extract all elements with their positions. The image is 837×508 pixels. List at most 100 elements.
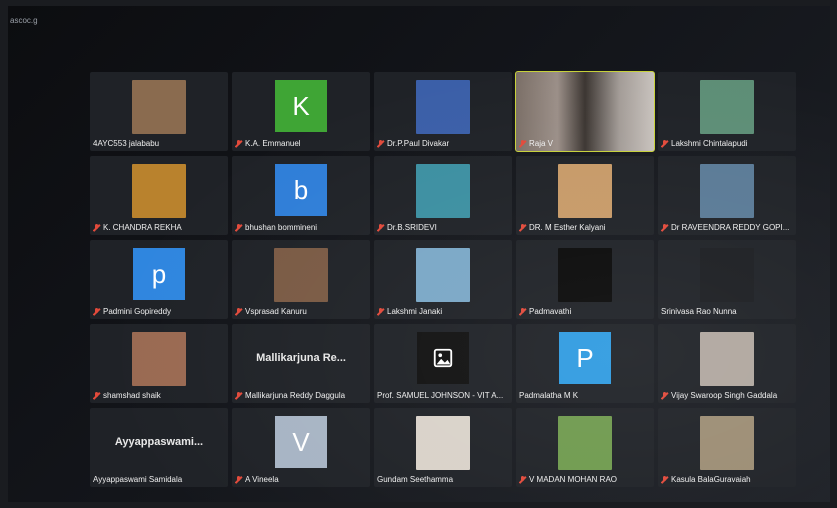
profile-photo (558, 248, 612, 302)
mic-muted-icon (235, 391, 242, 400)
participant-name: bhushan bommineni (245, 223, 318, 232)
mic-muted-icon (661, 223, 668, 232)
participant-name-label: Padmavathi (519, 307, 651, 316)
participant-tile[interactable]: P Padmalatha M K (516, 324, 654, 403)
participant-tile[interactable]: DR. M Esther Kalyani (516, 156, 654, 235)
avatar: P (559, 332, 611, 384)
participant-name: Ayyappaswami Samidala (93, 475, 183, 484)
mic-muted-icon (519, 139, 526, 148)
participant-tile[interactable]: V MADAN MOHAN RAO (516, 408, 654, 487)
participant-name: Kasula BalaGuravaiah (671, 475, 751, 484)
participant-name: K.A. Emmanuel (245, 139, 301, 148)
corner-text: ascoc.g (10, 16, 38, 25)
avatar: b (275, 164, 327, 216)
mic-muted-icon (93, 223, 100, 232)
display-name: Mallikarjuna Re... (256, 352, 346, 364)
participant-name: A Vineela (245, 475, 279, 484)
profile-photo (558, 164, 612, 218)
participant-name-label: Lakshmi Janaki (377, 307, 509, 316)
participant-tile[interactable]: p Padmini Gopireddy (90, 240, 228, 319)
profile-photo (416, 248, 470, 302)
participant-tile[interactable]: Mallikarjuna Re... Mallikarjuna Reddy Dag… (232, 324, 370, 403)
participant-tile[interactable]: Lakshmi Chintalapudi (658, 72, 796, 151)
participant-tile[interactable]: 4AYC553 jalababu (90, 72, 228, 151)
participant-tile[interactable]: Padmavathi (516, 240, 654, 319)
participant-tile[interactable]: Gundam Seethamma (374, 408, 512, 487)
profile-photo (132, 80, 186, 134)
mic-muted-icon (519, 223, 526, 232)
participant-name-label: V MADAN MOHAN RAO (519, 475, 651, 484)
profile-photo (416, 416, 470, 470)
mic-muted-icon (661, 475, 668, 484)
participant-name: Vijay Swaroop Singh Gaddala (671, 391, 778, 400)
participant-name-label: Raja V (519, 139, 651, 148)
mic-muted-icon (661, 391, 668, 400)
participant-tile[interactable]: Kasula BalaGuravaiah (658, 408, 796, 487)
participant-name: Dr RAVEENDRA REDDY GOPI... (671, 223, 790, 232)
participant-name-label: shamshad shaik (93, 391, 225, 400)
participant-name: K. CHANDRA REKHA (103, 223, 182, 232)
profile-photo (700, 248, 754, 302)
participant-name: 4AYC553 jalababu (93, 139, 160, 148)
participant-name: Padmalatha M K (519, 391, 579, 400)
participant-name: Vsprasad Kanuru (245, 307, 307, 316)
screen: ascoc.g 4AYC553 jalababu K K.A. Emmanuel Dr… (8, 6, 830, 502)
display-name: Ayyappaswami... (114, 436, 204, 448)
participant-name: Dr.P.Paul Divakar (387, 139, 450, 148)
participant-name-label: DR. M Esther Kalyani (519, 223, 651, 232)
mic-muted-icon (377, 223, 384, 232)
profile-photo (274, 248, 328, 302)
participant-name: Raja V (529, 139, 554, 148)
avatar: p (133, 248, 185, 300)
participant-name: Padmavathi (529, 307, 572, 316)
participant-tile[interactable]: V A Vineela (232, 408, 370, 487)
participant-name-label: Vsprasad Kanuru (235, 307, 367, 316)
profile-photo (700, 332, 754, 386)
participant-tile[interactable]: Dr RAVEENDRA REDDY GOPI... (658, 156, 796, 235)
participant-name-label: Srinivasa Rao Nunna (661, 307, 793, 316)
participant-name-label: Dr.B.SRIDEVI (377, 223, 509, 232)
mic-muted-icon (519, 475, 526, 484)
participant-tile[interactable]: Dr.P.Paul Divakar (374, 72, 512, 151)
mic-muted-icon (235, 223, 242, 232)
participant-name-label: Gundam Seethamma (377, 475, 509, 484)
participant-tile[interactable]: Dr.B.SRIDEVI (374, 156, 512, 235)
participant-tile[interactable]: Raja V (515, 71, 655, 152)
profile-photo (558, 416, 612, 470)
profile-photo (416, 80, 470, 134)
participant-name: Lakshmi Janaki (387, 307, 443, 316)
participant-name-label: A Vineela (235, 475, 367, 484)
profile-photo (700, 164, 754, 218)
participant-tile[interactable]: shamshad shaik (90, 324, 228, 403)
participant-tile[interactable]: b bhushan bommineni (232, 156, 370, 235)
participant-name-label: Ayyappaswami Samidala (93, 475, 225, 484)
participant-grid: 4AYC553 jalababu K K.A. Emmanuel Dr.P.Paul … (90, 71, 820, 488)
mic-muted-icon (519, 307, 526, 316)
participant-name: Lakshmi Chintalapudi (671, 139, 748, 148)
participant-tile[interactable]: K. CHANDRA REKHA (90, 156, 228, 235)
participant-name-label: Mallikarjuna Reddy Daggula (235, 391, 367, 400)
participant-name: V MADAN MOHAN RAO (529, 475, 618, 484)
mic-muted-icon (235, 475, 242, 484)
participant-tile[interactable]: Vijay Swaroop Singh Gaddala (658, 324, 796, 403)
participant-name-label: K.A. Emmanuel (235, 139, 367, 148)
participant-name-label: bhushan bommineni (235, 223, 367, 232)
participant-name: Srinivasa Rao Nunna (661, 307, 737, 316)
mic-muted-icon (661, 139, 668, 148)
participant-name-label: Dr.P.Paul Divakar (377, 139, 509, 148)
participant-tile[interactable]: Prof. SAMUEL JOHNSON - VIT A... (374, 324, 512, 403)
participant-name-label: K. CHANDRA REKHA (93, 223, 225, 232)
participant-name: Gundam Seethamma (377, 475, 454, 484)
avatar: K (275, 80, 327, 132)
participant-name: Mallikarjuna Reddy Daggula (245, 391, 346, 400)
participant-name: Dr.B.SRIDEVI (387, 223, 437, 232)
participant-name-label: 4AYC553 jalababu (93, 139, 225, 148)
participant-tile[interactable]: Srinivasa Rao Nunna (658, 240, 796, 319)
mic-muted-icon (377, 307, 384, 316)
participant-tile[interactable]: Lakshmi Janaki (374, 240, 512, 319)
participant-name: Padmini Gopireddy (103, 307, 172, 316)
profile-photo (700, 416, 754, 470)
participant-tile[interactable]: Ayyappaswami... Ayyappaswami Samidala (90, 408, 228, 487)
participant-tile[interactable]: K K.A. Emmanuel (232, 72, 370, 151)
participant-tile[interactable]: Vsprasad Kanuru (232, 240, 370, 319)
